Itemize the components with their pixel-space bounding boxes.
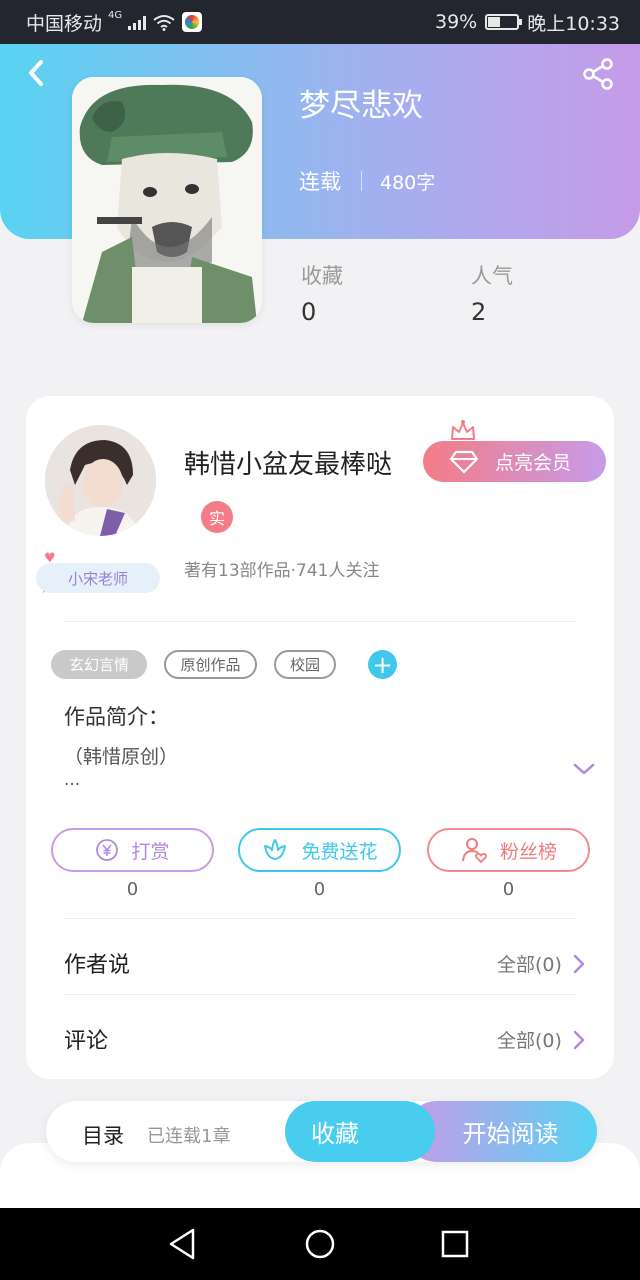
diamond-icon bbox=[449, 450, 479, 473]
intro-ellipsis: ... bbox=[64, 770, 81, 790]
author-name[interactable]: 韩惜小盆友最棒哒 bbox=[184, 444, 392, 481]
clock: 晚上10:33 bbox=[527, 12, 620, 35]
tag-original[interactable]: 原创作品 bbox=[164, 650, 257, 679]
serial-status: 连载 bbox=[299, 170, 341, 194]
tag-campus[interactable]: 校园 bbox=[274, 650, 336, 679]
battery-icon bbox=[485, 14, 523, 30]
verified-badge: 实 bbox=[201, 501, 233, 533]
author-meta: 著有13部作品·741人关注 bbox=[184, 561, 380, 581]
fan-count: 0 bbox=[502, 879, 515, 900]
table-of-contents-button[interactable]: 目录 bbox=[82, 1120, 124, 1150]
status-divider bbox=[361, 171, 362, 191]
activate-vip-button[interactable]: 点亮会员 bbox=[423, 441, 606, 482]
chapter-status: 已连载1章 bbox=[147, 1126, 231, 1147]
cover-illustration bbox=[72, 77, 262, 323]
nav-home-icon[interactable] bbox=[298, 1222, 342, 1266]
crown-icon bbox=[451, 420, 475, 440]
divider bbox=[64, 994, 576, 995]
add-tag-button[interactable]: + bbox=[368, 650, 397, 679]
flower-icon bbox=[264, 839, 287, 860]
divider bbox=[64, 621, 576, 622]
reward-button[interactable]: 打赏 bbox=[51, 828, 214, 872]
book-title: 梦尽悲欢 bbox=[299, 88, 423, 124]
start-reading-label: 开始阅读 bbox=[462, 1120, 559, 1148]
chevron-right-icon bbox=[573, 1030, 585, 1049]
flower-count: 0 bbox=[313, 879, 326, 900]
stat-value-popularity: 2 bbox=[471, 298, 487, 326]
author-notes-count: 全部(0) bbox=[497, 954, 562, 976]
wifi-icon bbox=[153, 15, 175, 31]
book-cover[interactable] bbox=[72, 77, 262, 323]
author-notes-label[interactable]: 作者说 bbox=[64, 947, 130, 979]
network-type: 4G bbox=[108, 9, 123, 21]
yuan-icon bbox=[96, 839, 119, 861]
author-title-badge: 小宋老师 bbox=[36, 563, 160, 593]
app-notification-icon bbox=[182, 12, 203, 32]
back-arrow-icon[interactable] bbox=[22, 58, 52, 88]
intro-text: （韩惜原创） bbox=[64, 746, 179, 768]
share-icon[interactable] bbox=[580, 56, 616, 92]
comments-count: 全部(0) bbox=[497, 1030, 562, 1052]
collect-button[interactable]: 收藏 bbox=[285, 1101, 435, 1162]
author-avatar[interactable] bbox=[45, 425, 156, 536]
book-status-row: 连载 480字 bbox=[299, 166, 435, 196]
reward-count: 0 bbox=[126, 879, 139, 900]
stat-label-popularity: 人气 bbox=[471, 264, 513, 288]
divider bbox=[64, 918, 576, 919]
comments-label[interactable]: 评论 bbox=[64, 1023, 108, 1055]
collect-label: 收藏 bbox=[311, 1120, 359, 1148]
reward-label: 打赏 bbox=[131, 840, 170, 863]
nav-back-icon[interactable] bbox=[161, 1222, 205, 1266]
fan-icon bbox=[461, 838, 487, 864]
author-notes-all-link[interactable]: 全部(0) bbox=[497, 950, 586, 977]
comments-all-link[interactable]: 全部(0) bbox=[497, 1026, 586, 1053]
status-bar: 中国移动 4G 39% 晚上10:33 bbox=[0, 0, 640, 44]
chevron-down-icon[interactable] bbox=[572, 760, 596, 778]
signal-icon bbox=[128, 14, 147, 30]
battery-percent: 39% bbox=[435, 11, 478, 33]
send-flower-label: 免费送花 bbox=[301, 840, 378, 863]
stat-label-favorites: 收藏 bbox=[301, 264, 343, 288]
avatar-image bbox=[45, 425, 156, 536]
nav-recents-icon[interactable] bbox=[433, 1222, 477, 1266]
stat-value-favorites: 0 bbox=[301, 298, 317, 326]
chevron-right-icon bbox=[573, 954, 585, 973]
word-count: 480字 bbox=[380, 171, 436, 194]
intro-label: 作品简介： bbox=[64, 705, 169, 729]
vip-button-label: 点亮会员 bbox=[495, 452, 572, 474]
fan-ranking-button[interactable]: 粉丝榜 bbox=[427, 828, 590, 872]
carrier-label: 中国移动 bbox=[26, 12, 103, 35]
send-flower-button[interactable]: 免费送花 bbox=[238, 828, 401, 872]
tag-genre[interactable]: 玄幻言情 bbox=[51, 650, 147, 679]
fan-ranking-label: 粉丝榜 bbox=[499, 840, 557, 863]
